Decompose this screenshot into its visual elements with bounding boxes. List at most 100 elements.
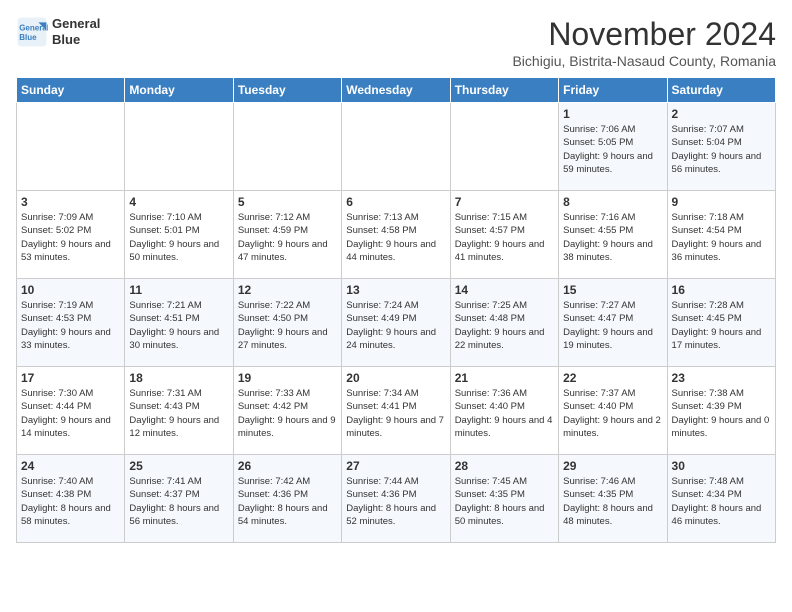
day-number: 6 (346, 195, 445, 209)
calendar-week-row: 24 Sunrise: 7:40 AM Sunset: 4:38 PM Dayli… (17, 455, 776, 543)
calendar-cell: 1 Sunrise: 7:06 AM Sunset: 5:05 PM Daylig… (559, 103, 667, 191)
day-info: Sunrise: 7:42 AM Sunset: 4:36 PM Dayligh… (238, 475, 337, 528)
calendar-cell: 29 Sunrise: 7:46 AM Sunset: 4:35 PM Dayli… (559, 455, 667, 543)
day-info: Sunrise: 7:18 AM Sunset: 4:54 PM Dayligh… (672, 211, 771, 264)
day-info: Sunrise: 7:33 AM Sunset: 4:42 PM Dayligh… (238, 387, 337, 440)
day-number: 19 (238, 371, 337, 385)
month-title: November 2024 (512, 16, 776, 53)
day-info: Sunrise: 7:15 AM Sunset: 4:57 PM Dayligh… (455, 211, 554, 264)
calendar-cell: 17 Sunrise: 7:30 AM Sunset: 4:44 PM Dayli… (17, 367, 125, 455)
day-info: Sunrise: 7:22 AM Sunset: 4:50 PM Dayligh… (238, 299, 337, 352)
day-number: 22 (563, 371, 662, 385)
day-info: Sunrise: 7:36 AM Sunset: 4:40 PM Dayligh… (455, 387, 554, 440)
calendar-cell: 20 Sunrise: 7:34 AM Sunset: 4:41 PM Dayli… (342, 367, 450, 455)
calendar-cell: 24 Sunrise: 7:40 AM Sunset: 4:38 PM Dayli… (17, 455, 125, 543)
calendar-cell: 28 Sunrise: 7:45 AM Sunset: 4:35 PM Dayli… (450, 455, 558, 543)
calendar-cell: 27 Sunrise: 7:44 AM Sunset: 4:36 PM Dayli… (342, 455, 450, 543)
day-info: Sunrise: 7:40 AM Sunset: 4:38 PM Dayligh… (21, 475, 120, 528)
day-number: 15 (563, 283, 662, 297)
calendar-cell: 11 Sunrise: 7:21 AM Sunset: 4:51 PM Dayli… (125, 279, 233, 367)
weekday-header: Wednesday (342, 78, 450, 103)
calendar-cell: 6 Sunrise: 7:13 AM Sunset: 4:58 PM Daylig… (342, 191, 450, 279)
calendar-cell: 23Sunrise: 7:38 AM Sunset: 4:39 PM Dayli… (667, 367, 775, 455)
day-info: Sunrise: 7:13 AM Sunset: 4:58 PM Dayligh… (346, 211, 445, 264)
day-info: Sunrise: 7:12 AM Sunset: 4:59 PM Dayligh… (238, 211, 337, 264)
day-number: 27 (346, 459, 445, 473)
day-info: Sunrise: 7:31 AM Sunset: 4:43 PM Dayligh… (129, 387, 228, 440)
day-info: Sunrise: 7:06 AM Sunset: 5:05 PM Dayligh… (563, 123, 662, 176)
calendar-week-row: 10Sunrise: 7:19 AM Sunset: 4:53 PM Dayli… (17, 279, 776, 367)
calendar-cell: 7 Sunrise: 7:15 AM Sunset: 4:57 PM Daylig… (450, 191, 558, 279)
day-number: 13 (346, 283, 445, 297)
day-info: Sunrise: 7:41 AM Sunset: 4:37 PM Dayligh… (129, 475, 228, 528)
day-info: Sunrise: 7:21 AM Sunset: 4:51 PM Dayligh… (129, 299, 228, 352)
day-number: 2 (672, 107, 771, 121)
weekday-header: Monday (125, 78, 233, 103)
calendar-cell: 16Sunrise: 7:28 AM Sunset: 4:45 PM Dayli… (667, 279, 775, 367)
day-number: 24 (21, 459, 120, 473)
calendar-cell: 2 Sunrise: 7:07 AM Sunset: 5:04 PM Daylig… (667, 103, 775, 191)
calendar-cell: 15Sunrise: 7:27 AM Sunset: 4:47 PM Dayli… (559, 279, 667, 367)
calendar-cell: 18 Sunrise: 7:31 AM Sunset: 4:43 PM Dayli… (125, 367, 233, 455)
day-number: 25 (129, 459, 228, 473)
calendar-cell: 8 Sunrise: 7:16 AM Sunset: 4:55 PM Daylig… (559, 191, 667, 279)
day-info: Sunrise: 7:45 AM Sunset: 4:35 PM Dayligh… (455, 475, 554, 528)
logo-text: General Blue (52, 16, 100, 47)
calendar-cell (342, 103, 450, 191)
day-number: 18 (129, 371, 228, 385)
day-info: Sunrise: 7:34 AM Sunset: 4:41 PM Dayligh… (346, 387, 445, 440)
calendar-cell: 21 Sunrise: 7:36 AM Sunset: 4:40 PM Dayli… (450, 367, 558, 455)
title-block: November 2024 Bichigiu, Bistrita-Nasaud … (512, 16, 776, 69)
day-info: Sunrise: 7:46 AM Sunset: 4:35 PM Dayligh… (563, 475, 662, 528)
day-number: 21 (455, 371, 554, 385)
location-subtitle: Bichigiu, Bistrita-Nasaud County, Romani… (512, 53, 776, 69)
calendar-cell (125, 103, 233, 191)
calendar-cell: 14 Sunrise: 7:25 AM Sunset: 4:48 PM Dayli… (450, 279, 558, 367)
calendar-week-row: 1 Sunrise: 7:06 AM Sunset: 5:05 PM Daylig… (17, 103, 776, 191)
calendar-body: 1 Sunrise: 7:06 AM Sunset: 5:05 PM Daylig… (17, 103, 776, 543)
calendar-cell (17, 103, 125, 191)
day-number: 17 (21, 371, 120, 385)
day-number: 26 (238, 459, 337, 473)
day-number: 28 (455, 459, 554, 473)
day-info: Sunrise: 7:24 AM Sunset: 4:49 PM Dayligh… (346, 299, 445, 352)
day-number: 3 (21, 195, 120, 209)
weekday-header: Saturday (667, 78, 775, 103)
day-info: Sunrise: 7:10 AM Sunset: 5:01 PM Dayligh… (129, 211, 228, 264)
calendar-table: SundayMondayTuesdayWednesdayThursdayFrid… (16, 77, 776, 543)
calendar-cell: 13 Sunrise: 7:24 AM Sunset: 4:49 PM Dayli… (342, 279, 450, 367)
logo-icon: General Blue (16, 16, 48, 48)
day-info: Sunrise: 7:09 AM Sunset: 5:02 PM Dayligh… (21, 211, 120, 264)
day-number: 9 (672, 195, 771, 209)
day-number: 8 (563, 195, 662, 209)
day-number: 30 (672, 459, 771, 473)
calendar-week-row: 3 Sunrise: 7:09 AM Sunset: 5:02 PM Daylig… (17, 191, 776, 279)
calendar-cell: 30 Sunrise: 7:48 AM Sunset: 4:34 PM Dayli… (667, 455, 775, 543)
day-number: 4 (129, 195, 228, 209)
svg-text:Blue: Blue (19, 33, 37, 42)
calendar-header-row: SundayMondayTuesdayWednesdayThursdayFrid… (17, 78, 776, 103)
day-number: 16 (672, 283, 771, 297)
calendar-cell: 25 Sunrise: 7:41 AM Sunset: 4:37 PM Dayli… (125, 455, 233, 543)
day-info: Sunrise: 7:25 AM Sunset: 4:48 PM Dayligh… (455, 299, 554, 352)
day-number: 14 (455, 283, 554, 297)
day-number: 1 (563, 107, 662, 121)
weekday-header: Tuesday (233, 78, 341, 103)
calendar-cell: 10Sunrise: 7:19 AM Sunset: 4:53 PM Dayli… (17, 279, 125, 367)
day-number: 10 (21, 283, 120, 297)
day-info: Sunrise: 7:38 AM Sunset: 4:39 PM Dayligh… (672, 387, 771, 440)
day-info: Sunrise: 7:30 AM Sunset: 4:44 PM Dayligh… (21, 387, 120, 440)
day-number: 29 (563, 459, 662, 473)
calendar-cell: 22Sunrise: 7:37 AM Sunset: 4:40 PM Dayli… (559, 367, 667, 455)
calendar-cell: 3 Sunrise: 7:09 AM Sunset: 5:02 PM Daylig… (17, 191, 125, 279)
day-number: 11 (129, 283, 228, 297)
day-info: Sunrise: 7:48 AM Sunset: 4:34 PM Dayligh… (672, 475, 771, 528)
calendar-week-row: 17 Sunrise: 7:30 AM Sunset: 4:44 PM Dayli… (17, 367, 776, 455)
weekday-header: Sunday (17, 78, 125, 103)
day-info: Sunrise: 7:16 AM Sunset: 4:55 PM Dayligh… (563, 211, 662, 264)
day-number: 7 (455, 195, 554, 209)
weekday-header: Friday (559, 78, 667, 103)
day-info: Sunrise: 7:07 AM Sunset: 5:04 PM Dayligh… (672, 123, 771, 176)
day-info: Sunrise: 7:44 AM Sunset: 4:36 PM Dayligh… (346, 475, 445, 528)
day-number: 20 (346, 371, 445, 385)
